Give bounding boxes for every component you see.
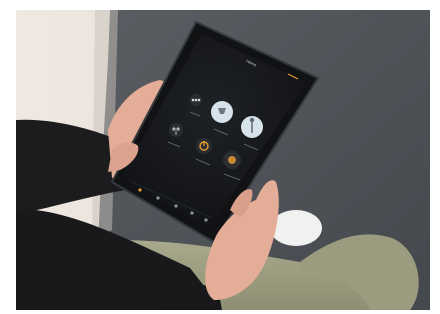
scenes-icon[interactable] — [174, 204, 178, 208]
devices-icon[interactable] — [190, 211, 194, 215]
bulbs-icon[interactable] — [169, 123, 183, 137]
power-icon[interactable] — [196, 138, 212, 154]
scene-icon[interactable] — [223, 151, 241, 169]
floor-lamp-icon[interactable] — [241, 116, 263, 138]
tablet-photo: Home — [0, 0, 440, 314]
dots-icon[interactable] — [190, 94, 202, 106]
photo-frame: Home — [0, 0, 440, 314]
home-icon[interactable] — [138, 188, 142, 192]
settings-icon[interactable] — [204, 218, 208, 222]
lamp-icon[interactable] — [211, 101, 233, 123]
rooms-icon[interactable] — [156, 196, 160, 200]
